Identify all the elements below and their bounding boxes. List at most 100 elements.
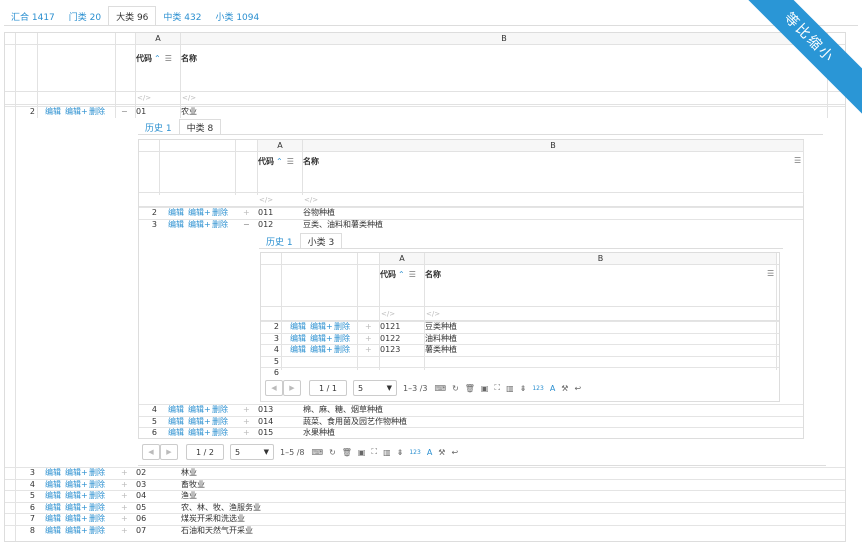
name-header[interactable]: 名称	[303, 156, 319, 167]
column-menu-icon[interactable]: ☰	[287, 157, 294, 166]
refresh-icon[interactable]: ↻	[452, 384, 459, 393]
keyboard-icon[interactable]: ⌨	[435, 384, 447, 393]
edit-plus-link[interactable]: 编辑+	[310, 322, 333, 333]
edit-plus-link[interactable]: 编辑+	[188, 428, 211, 439]
col-a-header[interactable]: A	[379, 253, 424, 264]
trash-icon[interactable]: 🗑	[342, 448, 352, 457]
expand-icon[interactable]: +	[243, 405, 250, 416]
edit-plus-link[interactable]: 编辑+	[65, 514, 88, 525]
edit-link[interactable]: 编辑	[45, 480, 61, 491]
col-a-header[interactable]: A	[135, 33, 180, 44]
insert-icon[interactable]: ⇟	[520, 384, 527, 393]
refresh-icon[interactable]: ↻	[329, 448, 336, 457]
filter-code-icon[interactable]: </>	[259, 196, 273, 204]
export-icon[interactable]: ▣	[358, 448, 366, 457]
tools-icon[interactable]: ⚒	[561, 384, 568, 393]
edit-link[interactable]: 编辑	[45, 491, 61, 502]
page-size-select[interactable]: 5 ▼	[353, 380, 397, 396]
edit-plus-link[interactable]: 编辑+	[65, 526, 88, 537]
tab-xiaolei-sub[interactable]: 小类 3	[299, 233, 343, 249]
column-menu-icon[interactable]: ☰	[767, 269, 774, 278]
delete-link[interactable]: 删除	[212, 405, 228, 416]
edit-plus-link[interactable]: 编辑+	[65, 491, 88, 502]
edit-plus-link[interactable]: 编辑+	[188, 417, 211, 428]
crop-icon[interactable]: ⛶	[371, 447, 377, 457]
delete-link[interactable]: 删除	[89, 526, 105, 537]
text-format-icon[interactable]: A	[550, 384, 555, 393]
crop-icon[interactable]: ⛶	[494, 383, 500, 393]
delete-link[interactable]: 删除	[89, 107, 105, 118]
tab-zhonglei[interactable]: 中类 432	[156, 6, 208, 26]
filter-name-icon[interactable]: </>	[182, 94, 196, 102]
table-row[interactable]: 2 编辑 编辑+ 删除 + 0121 豆类种植	[261, 321, 779, 333]
expand-icon[interactable]: +	[121, 491, 128, 502]
expand-icon[interactable]: +	[365, 322, 372, 333]
delete-link[interactable]: 删除	[212, 417, 228, 428]
delete-link[interactable]: 删除	[89, 503, 105, 514]
col-b-header[interactable]: B	[302, 140, 803, 151]
trash-icon[interactable]: 🗑	[465, 384, 475, 393]
edit-plus-link[interactable]: 编辑+	[310, 345, 333, 356]
tab-xiaolei[interactable]: 小类 1094	[208, 6, 266, 26]
tab-history[interactable]: 历史 1	[259, 233, 300, 249]
page-input[interactable]: 1 / 2	[186, 444, 224, 460]
table-row[interactable]: 2 编辑 编辑+ 删除 + 011 谷物种植	[139, 207, 803, 219]
expand-icon[interactable]: +	[121, 526, 128, 537]
filter-code-icon[interactable]: </>	[137, 94, 151, 102]
next-page-button[interactable]: ▶	[160, 444, 178, 460]
code-header[interactable]: 代码 ⌃ ☰	[380, 269, 416, 280]
edit-plus-link[interactable]: 编辑+	[188, 220, 211, 231]
code-header[interactable]: 代码 ⌃ ☰	[136, 53, 172, 64]
edit-link[interactable]: 编辑	[45, 107, 61, 118]
edit-link[interactable]: 编辑	[290, 322, 306, 333]
edit-link[interactable]: 编辑	[290, 345, 306, 356]
edit-plus-link[interactable]: 编辑+	[188, 405, 211, 416]
code-header[interactable]: 代码 ⌃ ☰	[258, 156, 294, 167]
edit-link[interactable]: 编辑	[168, 417, 184, 428]
edit-plus-link[interactable]: 编辑+	[65, 107, 88, 118]
column-menu-icon[interactable]: ☰	[409, 270, 416, 279]
collapse-icon[interactable]: −	[121, 107, 128, 118]
number-format-icon[interactable]: 123	[409, 449, 420, 456]
expand-icon[interactable]: +	[121, 468, 128, 479]
edit-plus-link[interactable]: 编辑+	[65, 480, 88, 491]
tab-history[interactable]: 历史 1	[138, 119, 179, 135]
table-row[interactable]: 8 编辑 编辑+ 删除 + 07 石油和天然气开采业	[5, 524, 845, 537]
col-a-header[interactable]: A	[257, 140, 302, 151]
insert-icon[interactable]: ⇟	[397, 448, 404, 457]
col-b-header[interactable]: B	[424, 253, 776, 264]
expand-icon[interactable]: +	[121, 514, 128, 525]
delete-link[interactable]: 删除	[334, 345, 350, 356]
edit-link[interactable]: 编辑	[290, 334, 306, 345]
table-row[interactable]: 5 编辑 编辑+ 删除 + 04 渔业	[5, 490, 845, 502]
prev-page-button[interactable]: ◀	[265, 380, 283, 396]
table-row[interactable]: 5	[261, 355, 779, 368]
delete-link[interactable]: 删除	[89, 491, 105, 502]
edit-plus-link[interactable]: 编辑+	[310, 334, 333, 345]
sort-asc-icon[interactable]: ⌃	[276, 157, 283, 166]
columns-icon[interactable]: ▥	[383, 448, 391, 457]
sort-asc-icon[interactable]: ⌃	[154, 54, 161, 63]
edit-plus-link[interactable]: 编辑+	[188, 208, 211, 219]
delete-link[interactable]: 删除	[334, 334, 350, 345]
text-format-icon[interactable]: A	[427, 448, 432, 457]
name-header[interactable]: 名称	[425, 269, 441, 280]
edit-plus-link[interactable]: 编辑+	[65, 468, 88, 479]
column-menu-icon[interactable]: ☰	[794, 156, 801, 165]
table-row[interactable]: 4 编辑 编辑+ 删除 + 03 畜牧业	[5, 478, 845, 491]
columns-icon[interactable]: ▥	[506, 384, 514, 393]
expand-icon[interactable]: +	[365, 345, 372, 356]
table-row[interactable]: 6	[261, 367, 779, 379]
table-row[interactable]: 4 编辑 编辑+ 删除 + 013 棉、麻、糖、烟草种植	[139, 404, 803, 416]
edit-link[interactable]: 编辑	[168, 220, 184, 231]
number-format-icon[interactable]: 123	[532, 385, 543, 392]
table-row[interactable]: 4 编辑 编辑+ 删除 + 0123 薯类种植	[261, 344, 779, 356]
expand-icon[interactable]: +	[243, 417, 250, 428]
edit-plus-link[interactable]: 编辑+	[65, 503, 88, 514]
table-row[interactable]: 6 编辑 编辑+ 删除 + 015 水果种植	[139, 427, 803, 439]
edit-link[interactable]: 编辑	[45, 468, 61, 479]
collapse-icon[interactable]: −	[243, 220, 250, 231]
table-row[interactable]: 5 编辑 编辑+ 删除 + 014 蔬菜、食用菌及园艺作物种植	[139, 415, 803, 428]
edit-link[interactable]: 编辑	[168, 208, 184, 219]
tab-dalei[interactable]: 大类 96	[108, 6, 157, 26]
